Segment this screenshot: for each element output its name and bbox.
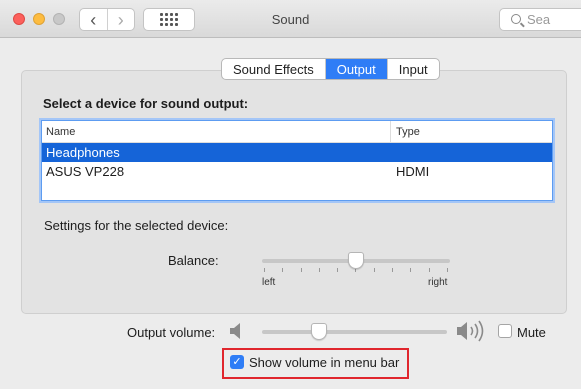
table-row[interactable]: Headphones: [42, 143, 552, 162]
search-field[interactable]: Sea: [499, 8, 581, 31]
window-titlebar: ‹ › Sound Sea: [0, 0, 581, 38]
column-header-name[interactable]: Name: [42, 121, 391, 142]
mute-checkbox[interactable]: [498, 324, 512, 338]
show-volume-label[interactable]: Show volume in menu bar: [249, 355, 399, 370]
volume-slider-track[interactable]: [262, 330, 447, 334]
table-header: Name Type: [42, 121, 552, 143]
balance-right-label: right: [428, 277, 448, 288]
table-row[interactable]: ASUS VP228 HDMI: [42, 162, 552, 181]
mute-label[interactable]: Mute: [517, 325, 546, 340]
tab-input[interactable]: Input: [386, 59, 439, 79]
search-placeholder: Sea: [527, 12, 551, 27]
output-volume-label: Output volume:: [127, 325, 216, 340]
tab-sound-effects[interactable]: Sound Effects: [222, 59, 325, 79]
search-icon: [511, 14, 521, 24]
volume-slider-knob[interactable]: [311, 323, 328, 340]
balance-left-label: left: [262, 277, 276, 288]
tab-output[interactable]: Output: [324, 59, 387, 79]
device-type: HDMI: [396, 164, 430, 179]
device-settings-heading: Settings for the selected device:: [44, 218, 229, 233]
device-select-heading: Select a device for sound output:: [43, 96, 249, 111]
output-device-table[interactable]: Name Type Headphones ASUS VP228 HDMI: [41, 120, 553, 201]
tab-bar: Sound Effects Output Input: [221, 58, 440, 80]
balance-slider-knob[interactable]: [348, 252, 364, 269]
device-type: [391, 145, 396, 162]
device-name: Headphones: [46, 145, 120, 160]
balance-label: Balance:: [168, 253, 219, 268]
speaker-high-icon: [457, 320, 484, 342]
column-header-type[interactable]: Type: [391, 121, 425, 142]
speaker-low-icon: [230, 323, 240, 339]
window-title: Sound: [271, 12, 310, 27]
checkmark-icon: ✓: [232, 355, 242, 368]
device-name: ASUS VP228: [46, 164, 125, 179]
show-volume-checkbox[interactable]: ✓: [230, 355, 244, 369]
